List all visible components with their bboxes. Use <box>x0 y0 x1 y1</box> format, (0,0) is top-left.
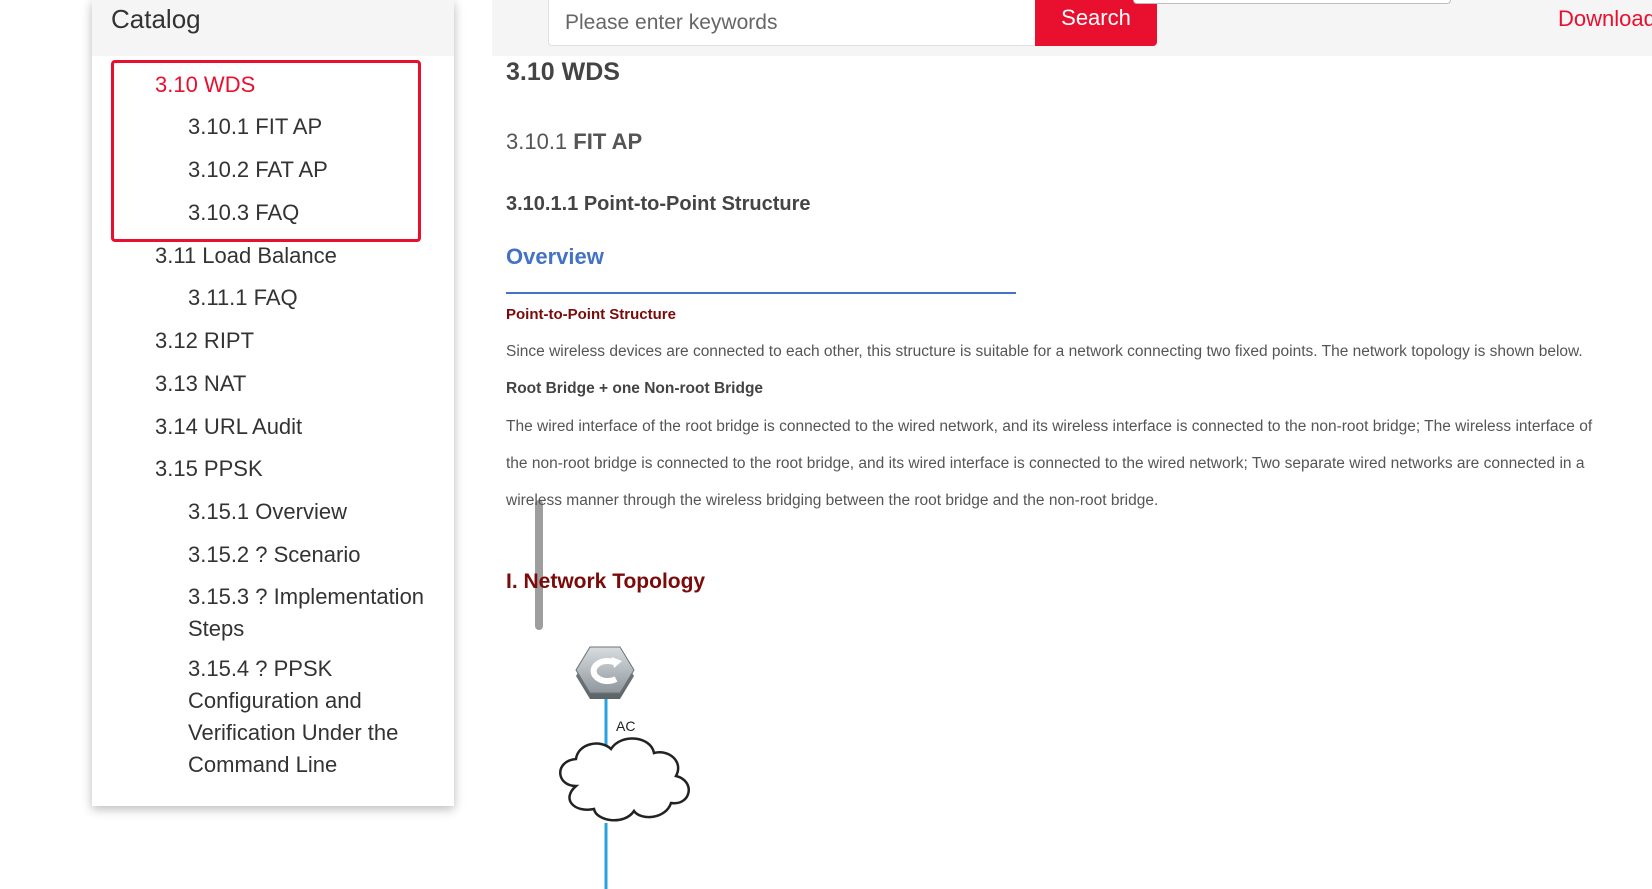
overview-heading: Overview <box>506 244 604 269</box>
catalog-panel: Catalog 3.10 WDS 3.10.1 FIT AP 3.10.2 FA… <box>92 0 543 806</box>
catalog-item-3-11-load-balance[interactable]: 3.11 Load Balance <box>155 240 425 272</box>
subsubsection-title: 3.10.1.1 Point-to-Point Structure <box>506 193 811 215</box>
network-topology-heading: I. Network Topology <box>506 570 706 593</box>
description-line-2: the non-root bridge is connected to the … <box>506 455 1585 472</box>
ac-controller-icon <box>575 646 635 699</box>
catalog-item-3-10-3-faq[interactable]: 3.10.3 FAQ <box>188 197 433 229</box>
section-title: 3.10 WDS <box>506 58 620 86</box>
catalog-item-3-13-nat[interactable]: 3.13 NAT <box>155 368 425 400</box>
catalog-item-3-15-ppsk[interactable]: 3.15 PPSK <box>155 453 425 485</box>
description-line-1: The wired interface of the root bridge i… <box>506 418 1593 435</box>
description-line-3: wireless manner through the wireless bri… <box>506 492 1159 509</box>
catalog-item-3-14-url-audit[interactable]: 3.14 URL Audit <box>155 411 425 443</box>
subsection-title: 3.10.1 FIT AP <box>506 129 642 155</box>
download-link[interactable]: Download <box>1558 6 1652 32</box>
catalog-item-3-10-1-fit-ap[interactable]: 3.10.1 FIT AP <box>188 111 433 143</box>
catalog-item-3-15-1-overview[interactable]: 3.15.1 Overview <box>188 496 433 528</box>
ac-label: AC <box>616 718 635 734</box>
subsection-number: 3.10.1 <box>506 129 574 154</box>
cloud-icon <box>559 737 690 822</box>
catalog-item-3-15-3-implementation-steps[interactable]: 3.15.3 ? Implementation Steps <box>188 581 433 645</box>
catalog-item-3-15-2-scenario[interactable]: 3.15.2 ? Scenario <box>188 539 433 571</box>
main-content: 3.10 WDS 3.10.1 FIT AP 3.10.1.1 Point-to… <box>506 56 1652 889</box>
point-to-point-heading: Point-to-Point Structure <box>506 306 676 323</box>
page: Search Download Catalog 3.10 WDS 3.10.1 … <box>0 0 1652 889</box>
dropdown-panel-edge <box>1133 0 1451 4</box>
catalog-item-3-15-4-ppsk-configuration[interactable]: 3.15.4 ? PPSK Configuration and Verifica… <box>188 653 433 781</box>
overview-divider <box>506 292 1016 294</box>
catalog-item-3-10-2-fat-ap[interactable]: 3.10.2 FAT AP <box>188 154 433 186</box>
search-button[interactable]: Search <box>1035 0 1157 46</box>
network-topology-diagram: AC <box>559 646 690 889</box>
catalog-item-3-11-1-faq[interactable]: 3.11.1 FAQ <box>188 282 433 314</box>
subsection-name: FIT AP <box>573 129 643 154</box>
search-input[interactable] <box>548 0 1036 46</box>
catalog-title: Catalog <box>92 0 454 56</box>
intro-paragraph: Since wireless devices are connected to … <box>506 343 1583 360</box>
root-bridge-heading: Root Bridge + one Non-root Bridge <box>506 380 764 397</box>
catalog-item-3-12-ript[interactable]: 3.12 RIPT <box>155 325 425 357</box>
catalog-item-3-10-wds[interactable]: 3.10 WDS <box>155 69 425 101</box>
catalog-list[interactable]: 3.10 WDS 3.10.1 FIT AP 3.10.2 FAT AP 3.1… <box>92 56 437 806</box>
